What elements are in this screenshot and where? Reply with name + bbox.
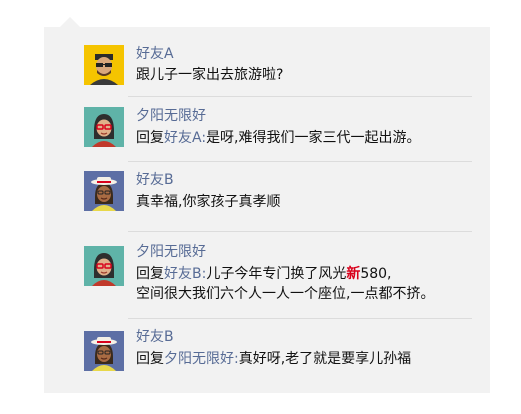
comment-author-link[interactable]: 好友B (136, 328, 174, 346)
comment-author-link[interactable]: 夕阳无限好 (136, 107, 206, 125)
comment-author-link[interactable]: 夕阳无限好 (136, 243, 206, 261)
comment-author-link[interactable]: 好友B (136, 171, 174, 189)
reply-to-link[interactable]: 夕阳无限好: (164, 351, 239, 367)
reply-prefix: 回复 (136, 130, 164, 146)
comment-thread-screen: 好友A 跟儿子一家出去旅游啦? 夕阳无限好 回复好友A:是呀,难得我们一家三代一… (0, 0, 521, 414)
comment-text: 回复好友B:儿子今年专门换了风光新580, (136, 264, 392, 284)
comment-author-link[interactable]: 好友A (136, 45, 174, 63)
woman-red-glasses-avatar-icon[interactable] (84, 107, 124, 147)
woman-hat-avatar-icon[interactable] (84, 331, 124, 371)
woman-hat-avatar-icon[interactable] (84, 171, 124, 211)
reply-to-link[interactable]: 好友B: (164, 266, 206, 282)
comment-body: 儿子今年专门换了风光 (206, 266, 347, 282)
divider (128, 96, 472, 97)
panel-pointer (60, 17, 80, 27)
reply-prefix: 回复 (136, 351, 164, 367)
comment-text-line2: 空间很大我们六个人一人一个座位,一点都不挤。 (136, 286, 435, 302)
comment-body: 真好呀,老了就是要享儿孙福 (238, 351, 412, 367)
comment-body-tail: 580, (360, 266, 392, 282)
divider (128, 161, 472, 162)
comment-body: 是呀,难得我们一家三代一起出游。 (206, 130, 421, 146)
comments-panel: 好友A 跟儿子一家出去旅游啦? 夕阳无限好 回复好友A:是呀,难得我们一家三代一… (44, 27, 490, 393)
woman-red-glasses-avatar-icon[interactable] (84, 246, 124, 286)
comment-text: 回复夕阳无限好:真好呀,老了就是要享儿孙福 (136, 349, 411, 369)
divider (128, 318, 472, 319)
comment-text: 回复好友A:是呀,难得我们一家三代一起出游。 (136, 128, 421, 148)
divider (128, 231, 472, 232)
highlight-text: 新 (346, 266, 361, 282)
reply-to-link[interactable]: 好友A: (164, 130, 206, 146)
reply-prefix: 回复 (136, 266, 164, 282)
man-sunglasses-avatar-icon[interactable] (84, 45, 124, 85)
comment-text: 跟儿子一家出去旅游啦? (136, 67, 284, 83)
comment-text: 真幸福,你家孩子真孝顺 (136, 194, 281, 210)
